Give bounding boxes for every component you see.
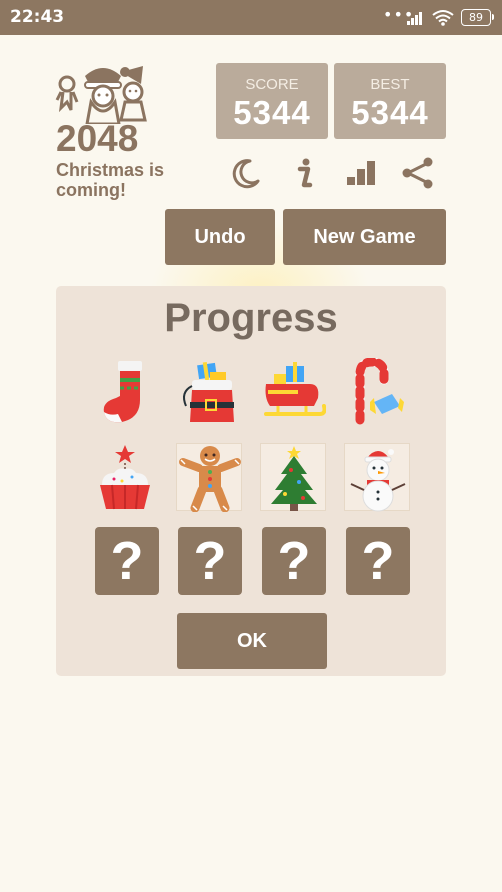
leaderboard-icon[interactable] — [344, 155, 380, 191]
snowman-icon — [344, 443, 410, 512]
locked-item: ? — [95, 527, 159, 595]
signal-icon — [407, 11, 425, 25]
moon-icon[interactable] — [228, 155, 264, 191]
locked-item: ? — [262, 527, 326, 595]
logo-santa-icon — [55, 62, 153, 126]
locked-item: ? — [346, 527, 410, 595]
score-label: SCORE — [245, 76, 299, 93]
progress-dialog: Progress ? ? ? ? OK — [56, 286, 446, 676]
gingerbread-man-icon — [176, 443, 242, 512]
new-game-button[interactable]: New Game — [283, 209, 446, 265]
best-value: 5344 — [351, 94, 429, 131]
wifi-icon — [432, 9, 454, 30]
status-bar: 22:43 ••• 89 — [0, 0, 502, 35]
progress-title: Progress — [164, 296, 338, 340]
undo-button[interactable]: Undo — [165, 209, 275, 265]
status-time: 22:43 — [10, 7, 65, 27]
christmas-tree-icon — [260, 443, 326, 511]
cupcake-icon — [92, 443, 158, 511]
share-icon[interactable] — [400, 155, 436, 191]
best-label: BEST — [370, 76, 410, 93]
battery-tip — [492, 14, 494, 20]
stocking-icon — [92, 358, 158, 426]
sleigh-icon — [260, 358, 326, 426]
info-icon[interactable] — [286, 155, 322, 191]
ok-button[interactable]: OK — [177, 613, 327, 669]
santa-bag-icon — [176, 358, 242, 426]
logo-subtitle: Christmas is coming! — [56, 160, 165, 200]
locked-item: ? — [178, 527, 242, 595]
score-value: 5344 — [233, 94, 311, 131]
best-box: BEST 5344 — [334, 63, 446, 139]
score-box: SCORE 5344 — [216, 63, 328, 139]
candy-cane-icon — [344, 358, 410, 426]
logo-title: 2048 — [56, 118, 139, 159]
battery-indicator: 89 — [461, 9, 491, 26]
